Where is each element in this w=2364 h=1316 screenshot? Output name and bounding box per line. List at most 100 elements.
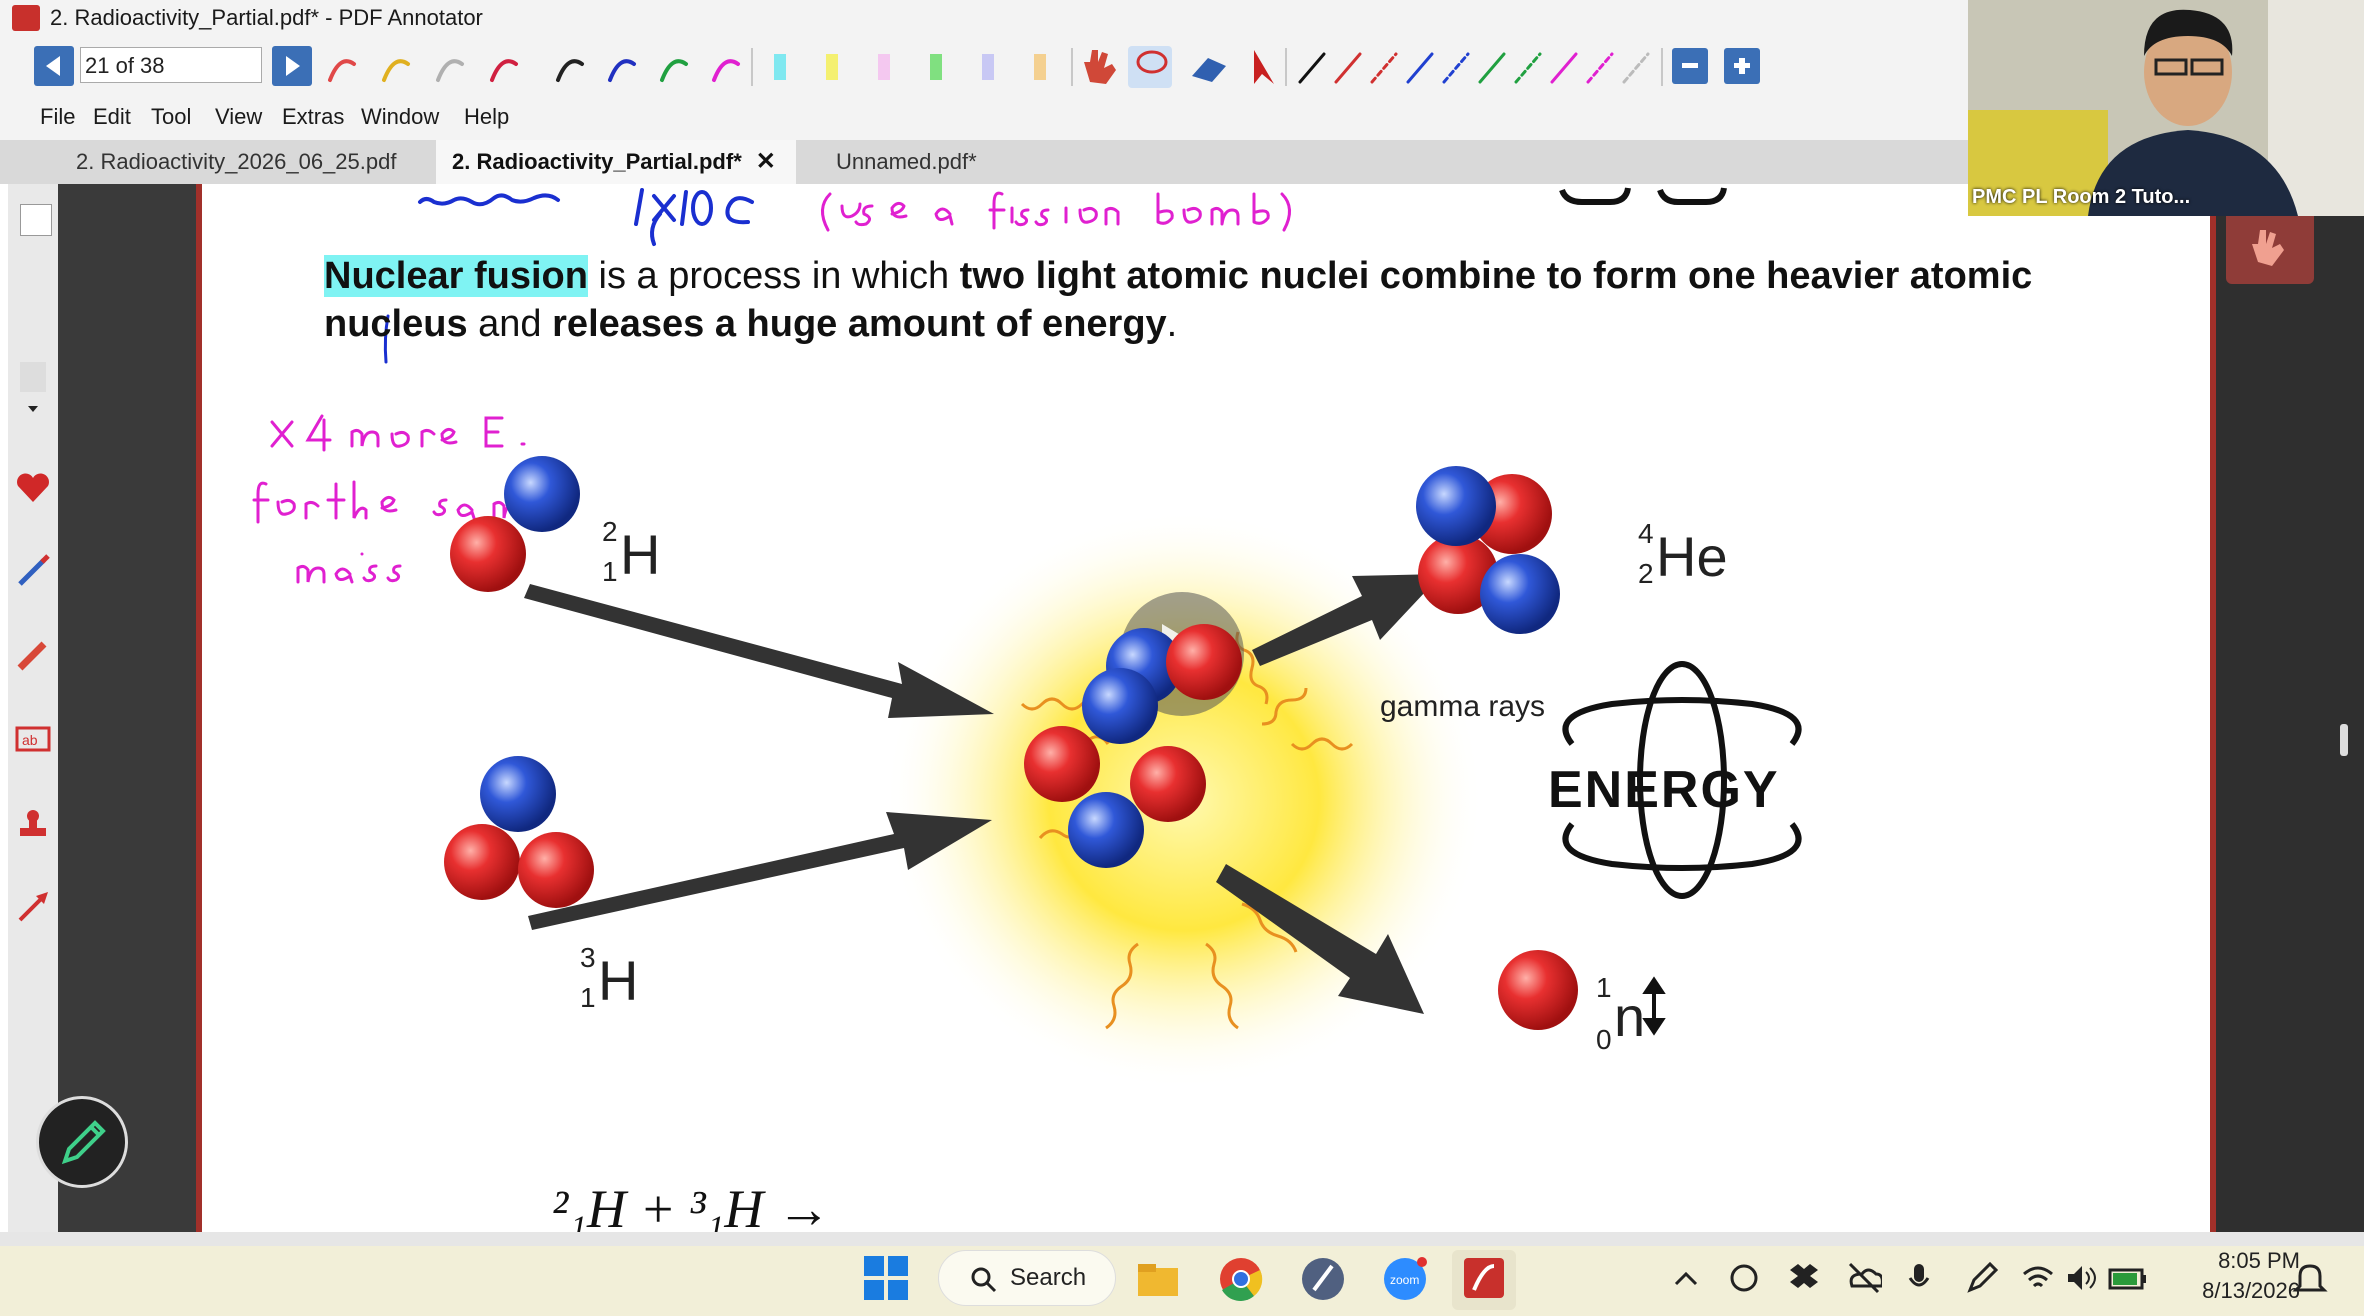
left-page-gutter — [58, 184, 200, 1232]
hand-icon — [1084, 50, 1116, 84]
line-green-dashed-icon — [1514, 52, 1542, 84]
pen-yellow-icon — [382, 59, 410, 82]
pen-blue-icon — [608, 59, 636, 82]
battery-charging-icon[interactable] — [2108, 1260, 2148, 1296]
pen-green-icon — [660, 59, 688, 82]
menu-edit[interactable]: Edit — [93, 104, 131, 130]
gamma-rays-label: gamma rays — [1380, 690, 1546, 723]
arrow-h2-to-core — [524, 584, 994, 718]
prev-page-icon — [46, 56, 60, 76]
scroll-arrows-icon[interactable] — [14, 362, 52, 412]
h2-neutron — [504, 456, 580, 532]
core-neutron-4 — [1082, 668, 1158, 744]
favorites-heart-icon[interactable] — [14, 468, 52, 506]
element-symbol: He — [1656, 525, 1728, 588]
tray-overflow-chevron-icon[interactable] — [1672, 1264, 1700, 1292]
file-explorer-icon[interactable] — [1136, 1258, 1180, 1302]
h2-proton — [450, 516, 526, 592]
webcam-participant-label: PMC PL Room 2 Tuto... — [1972, 186, 2191, 208]
volume-icon[interactable] — [2064, 1260, 2100, 1296]
line-magenta-dashed-icon — [1586, 52, 1614, 84]
mass-number: 1 — [1596, 972, 1612, 1003]
core-neutron-2 — [1130, 746, 1206, 822]
microphone-icon[interactable] — [1904, 1260, 1940, 1296]
tab-radioactivity-2026[interactable]: 2. Radioactivity_2026_06_25.pdf — [60, 140, 440, 184]
raise-hand-button[interactable] — [2226, 210, 2314, 284]
he-neutron-2 — [1416, 466, 1496, 546]
h3-neutron-2 — [518, 832, 594, 908]
app-compass-icon[interactable] — [1300, 1256, 1346, 1302]
annotation-tools-strip[interactable] — [320, 44, 1840, 90]
sync-icon[interactable] — [1726, 1260, 1762, 1296]
dropbox-icon[interactable] — [1786, 1260, 1822, 1296]
mass-number: 3 — [580, 942, 596, 973]
stamp-icon[interactable] — [14, 804, 52, 842]
pen-tray-icon[interactable] — [1964, 1260, 2000, 1296]
menu-help[interactable]: Help — [464, 104, 509, 130]
pen-crimson-icon — [490, 59, 518, 82]
free-neutron — [1498, 950, 1578, 1030]
close-tab-icon[interactable]: ✕ — [756, 148, 776, 175]
element-symbol: H — [598, 949, 639, 1012]
highlighter-green-icon — [930, 54, 942, 80]
tab-unnamed[interactable]: Unnamed.pdf* — [820, 140, 1020, 184]
pen-gray-icon — [436, 59, 464, 82]
page-number-field[interactable]: 21 of 38 — [80, 47, 262, 83]
pdf-annotator-taskbar-button[interactable] — [1452, 1250, 1516, 1310]
menu-view[interactable]: View — [215, 104, 262, 130]
highlighter-pink-icon — [878, 54, 890, 80]
h3-proton — [444, 824, 520, 900]
menu-tool[interactable]: Tool — [151, 104, 191, 130]
svg-text:ab: ab — [22, 732, 38, 748]
wifi-icon[interactable] — [2020, 1260, 2056, 1296]
paragraph-text: is a process in which — [587, 255, 960, 297]
vertical-scrollbar-thumb[interactable] — [2340, 724, 2348, 756]
eraser-icon — [1192, 58, 1226, 82]
left-tool-rail: ab — [8, 184, 58, 1232]
paragraph-bold: releases a huge amount of energy — [552, 303, 1167, 345]
core-proton-2 — [1024, 726, 1100, 802]
pen-red-icon — [328, 59, 356, 82]
right-page-gutter — [2216, 184, 2364, 1232]
chrome-icon[interactable] — [1218, 1256, 1264, 1302]
pdf-annotator-taskbar-icon — [1464, 1258, 1504, 1298]
tab-label: 2. Radioactivity_2026_06_25.pdf — [76, 149, 397, 174]
webcam-video-tile — [1968, 0, 2364, 216]
pen-black-icon — [556, 59, 584, 82]
annotate-pen-button[interactable] — [36, 1096, 128, 1188]
pen-tool-icon[interactable] — [14, 552, 52, 590]
menu-extras[interactable]: Extras — [282, 104, 344, 130]
document-tabs: 2. Radioactivity_2026_06_25.pdf 2. Radio… — [0, 140, 1968, 184]
next-page-button[interactable] — [272, 46, 312, 86]
clock-date[interactable]: 8/13/2026 — [2180, 1278, 2300, 1304]
windows-start-icon[interactable] — [862, 1254, 910, 1302]
svg-text:zoom: zoom — [1390, 1273, 1419, 1287]
line-blue-dashed-icon — [1442, 52, 1470, 84]
tab-radioactivity-partial[interactable]: 2. Radioactivity_Partial.pdf* ✕ — [436, 140, 796, 184]
arrow-tool-icon[interactable] — [14, 888, 52, 926]
raise-hand-icon — [2252, 230, 2284, 266]
menu-bar: File Edit Tool View Extras Window Help — [0, 96, 1968, 140]
mass-number: 4 — [1638, 518, 1654, 549]
clock-time[interactable]: 8:05 PM — [2200, 1248, 2300, 1274]
page-thumbnail-icon[interactable] — [20, 204, 52, 236]
zoom-out-icon — [1682, 63, 1698, 68]
menu-file[interactable]: File — [40, 104, 75, 130]
paragraph-text: . — [1166, 303, 1178, 345]
highlighter-tool-icon[interactable] — [14, 636, 52, 674]
he-neutron-1 — [1480, 554, 1560, 634]
isotope-n1-label: 1 0 n — [1596, 972, 1645, 1055]
menu-window[interactable]: Window — [361, 104, 439, 130]
onedrive-offline-icon[interactable] — [1846, 1260, 1882, 1296]
prev-page-button[interactable] — [34, 46, 74, 86]
atomic-number: 1 — [580, 982, 596, 1013]
line-black-icon — [1298, 52, 1326, 84]
line-red-icon — [1334, 52, 1362, 84]
atomic-number: 0 — [1596, 1024, 1612, 1055]
window-title: 2. Radioactivity_Partial.pdf* - PDF Anno… — [50, 5, 483, 30]
text-box-icon[interactable]: ab — [14, 720, 52, 758]
h3-neutron-1 — [480, 756, 556, 832]
next-page-icon — [286, 56, 300, 76]
isotope-h3-label: 3 1 H — [580, 942, 639, 1013]
zoom-app-icon[interactable]: zoom — [1382, 1256, 1428, 1302]
